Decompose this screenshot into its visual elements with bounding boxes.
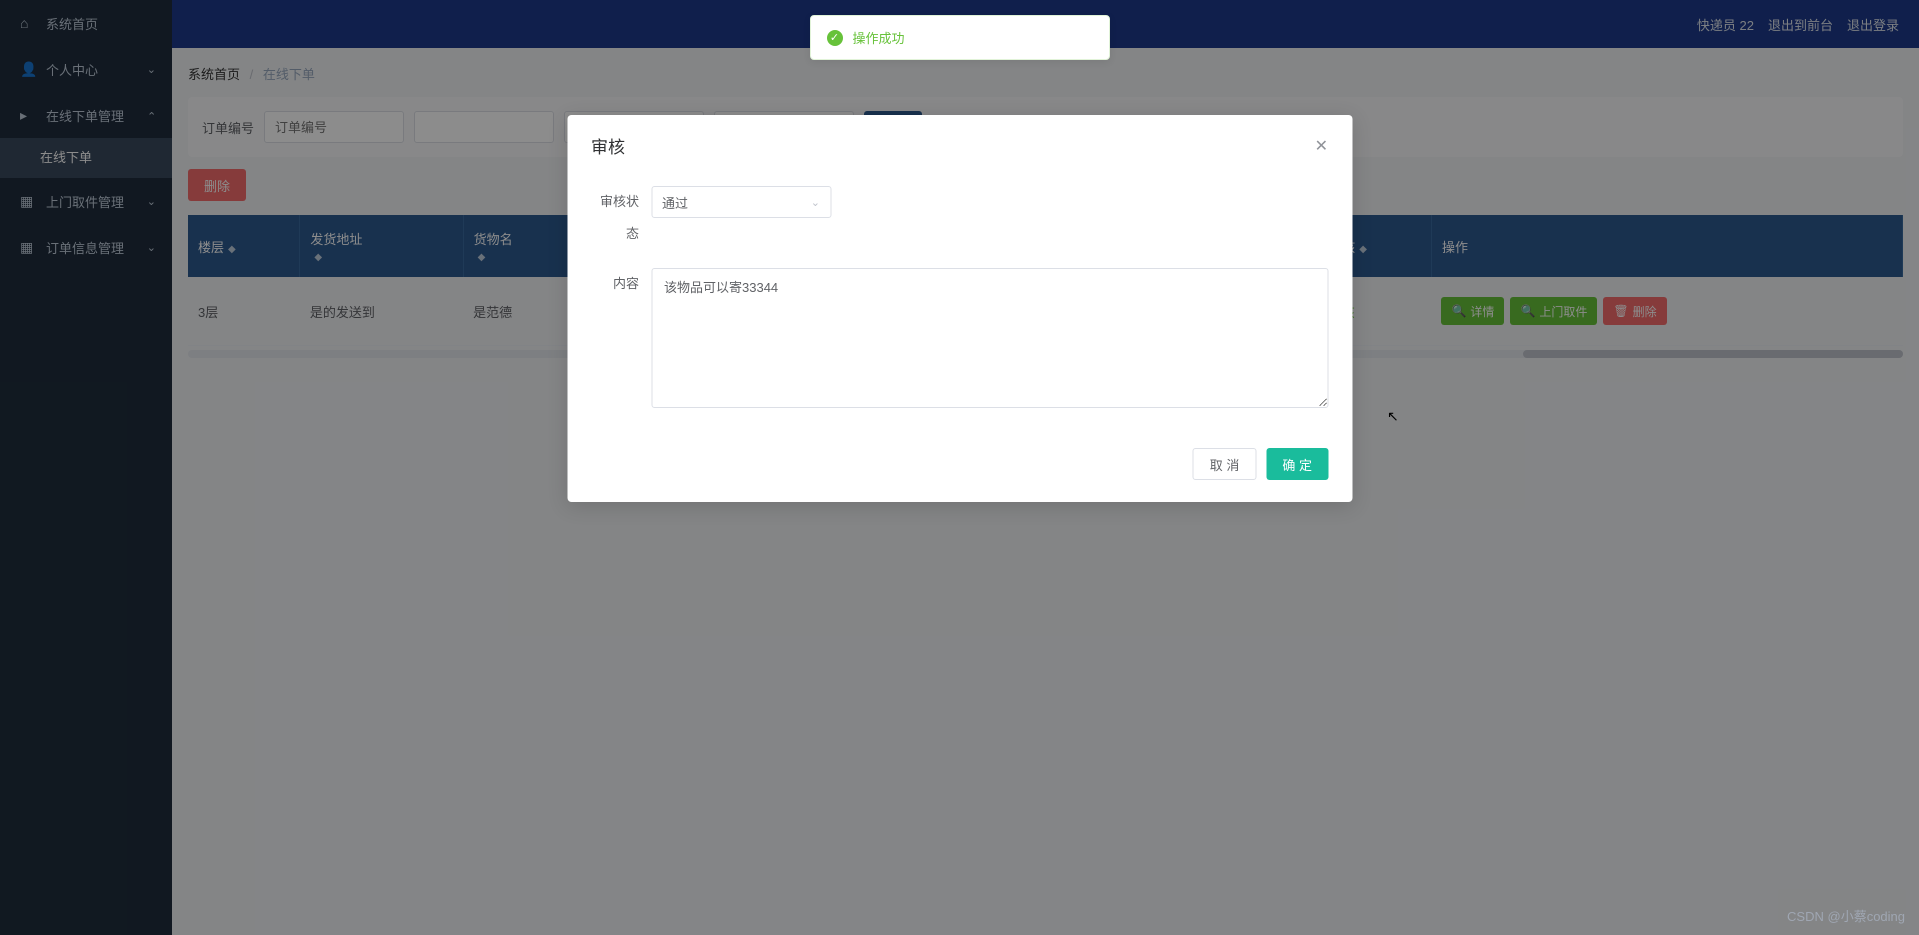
confirm-button[interactable]: 确 定	[1266, 448, 1328, 480]
success-toast: ✓ 操作成功	[810, 15, 1110, 60]
close-icon[interactable]: ✕	[1315, 136, 1328, 156]
status-select[interactable]: 通过 ⌄	[651, 186, 831, 218]
form-label-status: 审核状态	[591, 186, 651, 250]
dialog-header: 审核 ✕	[567, 115, 1352, 176]
chevron-down-icon: ⌄	[811, 196, 820, 209]
content-textarea[interactable]	[651, 268, 1328, 408]
dialog-body: 审核状态 通过 ⌄ 内容	[567, 176, 1352, 436]
toast-text: 操作成功	[853, 28, 905, 47]
dialog-footer: 取 消 确 定	[567, 436, 1352, 502]
form-label-content: 内容	[591, 268, 651, 300]
watermark: CSDN @小蔡coding	[1787, 906, 1905, 925]
dialog-title: 审核	[591, 133, 625, 158]
cancel-button[interactable]: 取 消	[1193, 448, 1257, 480]
form-row-status: 审核状态 通过 ⌄	[591, 186, 1328, 250]
select-value: 通过	[662, 193, 688, 212]
review-dialog: 审核 ✕ 审核状态 通过 ⌄ 内容 取 消 确 定	[567, 115, 1352, 502]
check-icon: ✓	[827, 30, 843, 46]
form-row-content: 内容	[591, 268, 1328, 408]
